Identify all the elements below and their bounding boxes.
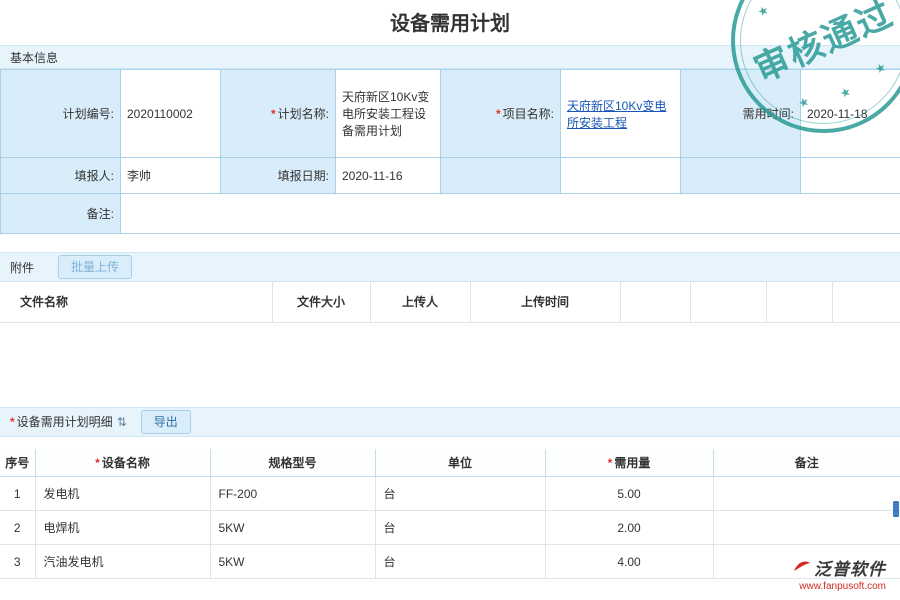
plan-no-value: 2020110002 (121, 70, 221, 158)
report-date-label-text: 填报日期: (278, 169, 329, 183)
basic-info-table: 计划编号: 2020110002 *计划名称: 天府新区10Kv变电所安装工程设… (0, 69, 900, 234)
remark-header: 备注 (713, 449, 900, 477)
report-date-label: 填报日期: (221, 158, 336, 194)
plan-name-label-text: 计划名称: (278, 107, 329, 121)
equipment-name-header: *设备名称 (35, 449, 210, 477)
required-marker: * (10, 415, 15, 429)
row-seq: 1 (0, 477, 35, 511)
detail-header-row: 序号 *设备名称 规格型号 单位 *需用量 备注 (0, 449, 900, 477)
need-date-value: 2020-11-18 (801, 70, 900, 158)
row-equipment-name: 汽油发电机 (35, 545, 210, 579)
attachments-section-title: 附件 (10, 259, 34, 276)
row-unit: 台 (375, 511, 545, 545)
row-seq: 2 (0, 511, 35, 545)
plan-name-label: *计划名称: (221, 70, 336, 158)
empty-value-cell (561, 158, 681, 194)
remark-label-text: 备注: (87, 207, 114, 221)
required-marker: * (496, 107, 501, 121)
row-remark (713, 511, 900, 545)
row-unit: 台 (375, 477, 545, 511)
equipment-name-header-text: 设备名称 (102, 456, 150, 470)
qty-header-text: 需用量 (614, 456, 650, 470)
row-remark (713, 477, 900, 511)
detail-table: 序号 *设备名称 规格型号 单位 *需用量 备注 1 发电机 FF-200 台 … (0, 449, 900, 580)
empty-label-cell (681, 158, 801, 194)
project-name-value: 天府新区10Kv变电所安装工程 (561, 70, 681, 158)
reporter-label: 填报人: (1, 158, 121, 194)
attachments-table: 文件名称 文件大小 上传人 上传时间 (0, 282, 900, 323)
plan-no-label: 计划编号: (1, 70, 121, 158)
basic-info-section-header: 基本信息 (0, 45, 900, 69)
empty-header-cell (766, 282, 832, 322)
unit-header: 单位 (375, 449, 545, 477)
row-qty: 4.00 (545, 545, 713, 579)
row-seq: 3 (0, 545, 35, 579)
need-date-label: 需用时间: (681, 70, 801, 158)
vendor-watermark: 泛普软件 www.fanpusoft.com (793, 555, 886, 592)
vendor-brand: 泛普软件 (814, 555, 886, 580)
plan-no-label-text: 计划编号: (63, 107, 114, 121)
export-button[interactable]: 导出 (141, 410, 191, 434)
empty-header-cell (620, 282, 690, 322)
row-model: FF-200 (210, 477, 375, 511)
batch-upload-button[interactable]: 批量上传 (58, 255, 132, 279)
model-header: 规格型号 (210, 449, 375, 477)
vendor-url: www.fanpusoft.com (793, 581, 886, 592)
equipment-plan-page: 设备需用计划 ★ ★ ★ ★ ★ ★ 审核通过 基本信息 计划编号: 20201… (0, 0, 900, 600)
basic-info-section-title: 基本信息 (10, 49, 58, 66)
empty-header-cell (832, 282, 900, 322)
empty-value-cell (801, 158, 900, 194)
file-size-header: 文件大小 (272, 282, 370, 322)
need-date-label-text: 需用时间: (743, 107, 794, 121)
project-name-label: *项目名称: (441, 70, 561, 158)
row-equipment-name: 发电机 (35, 477, 210, 511)
required-marker: * (608, 456, 613, 470)
detail-section-title: 设备需用计划明细 (17, 413, 113, 430)
required-marker: * (95, 456, 100, 470)
uploader-header: 上传人 (370, 282, 470, 322)
empty-label-cell (441, 158, 561, 194)
reporter-value: 李帅 (121, 158, 221, 194)
detail-row: 1 发电机 FF-200 台 5.00 (0, 477, 900, 511)
remark-value (121, 194, 900, 234)
row-qty: 5.00 (545, 477, 713, 511)
report-date-value: 2020-11-16 (336, 158, 441, 194)
sort-icon[interactable]: ⇅ (117, 415, 127, 429)
project-link[interactable]: 天府新区10Kv变电所安装工程 (567, 99, 666, 130)
row-qty: 2.00 (545, 511, 713, 545)
remark-label: 备注: (1, 194, 121, 234)
detail-row: 2 电焊机 5KW 台 2.00 (0, 511, 900, 545)
fanpu-logo-icon (793, 559, 811, 576)
seq-header: 序号 (0, 449, 35, 477)
upload-time-header: 上传时间 (470, 282, 620, 322)
page-title: 设备需用计划 (0, 0, 900, 40)
detail-section-header: * 设备需用计划明细 ⇅ 导出 (0, 407, 900, 437)
file-name-header: 文件名称 (0, 282, 272, 322)
qty-header: *需用量 (545, 449, 713, 477)
project-name-label-text: 项目名称: (503, 107, 554, 121)
row-model: 5KW (210, 545, 375, 579)
reporter-label-text: 填报人: (75, 169, 114, 183)
scrollbar-thumb[interactable] (893, 501, 899, 517)
detail-row: 3 汽油发电机 5KW 台 4.00 (0, 545, 900, 579)
row-model: 5KW (210, 511, 375, 545)
required-marker: * (271, 107, 276, 121)
row-equipment-name: 电焊机 (35, 511, 210, 545)
attachments-empty-area (0, 323, 900, 377)
row-unit: 台 (375, 545, 545, 579)
attachments-section-header: 附件 批量上传 (0, 252, 900, 282)
empty-header-cell (690, 282, 766, 322)
scrollbar-track[interactable] (892, 0, 900, 600)
plan-name-value: 天府新区10Kv变电所安装工程设备需用计划 (336, 70, 441, 158)
